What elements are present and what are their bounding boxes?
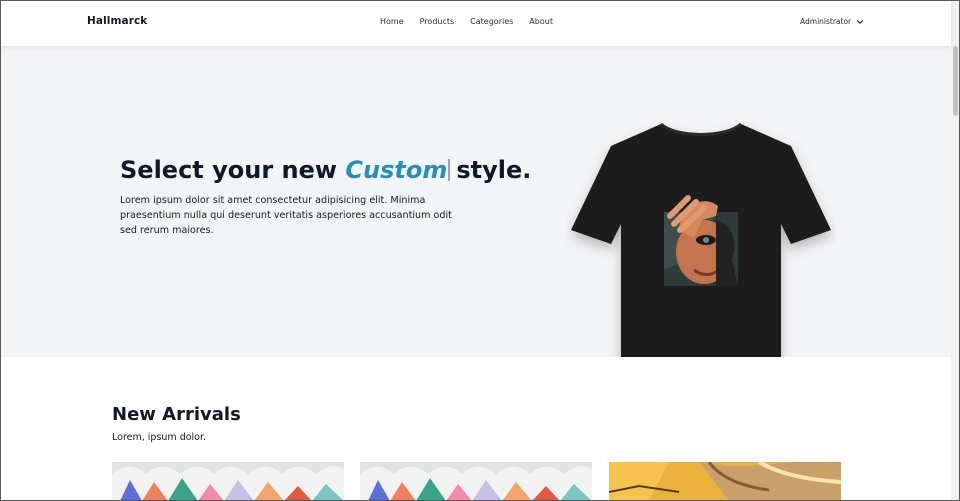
hero-title: Select your new Custom style. xyxy=(120,156,531,184)
tshirt-image xyxy=(571,122,831,357)
scrollbar-thumb[interactable] xyxy=(953,46,958,116)
product-image xyxy=(360,462,592,501)
new-arrivals-title: New Arrivals xyxy=(112,404,241,425)
typing-cursor xyxy=(448,159,451,181)
nav-link-home[interactable]: Home xyxy=(380,17,404,26)
hero-description: Lorem ipsum dolor sit amet consectetur a… xyxy=(120,195,452,236)
product-image xyxy=(112,462,344,501)
product-image xyxy=(609,462,841,501)
hero-section: Select your new Custom style. Lorem ipsum… xyxy=(0,46,951,357)
navbar: Hallmarck Home Products Categories About… xyxy=(0,0,951,46)
product-card[interactable] xyxy=(112,462,344,501)
nav-link-products[interactable]: Products xyxy=(420,17,455,26)
user-name: Administrator xyxy=(800,17,852,26)
product-card[interactable] xyxy=(609,462,841,501)
chevron-down-icon xyxy=(857,19,864,24)
nav-link-categories[interactable]: Categories xyxy=(470,17,513,26)
brand-logo[interactable]: Hallmarck xyxy=(87,15,147,27)
hero-title-prefix: Select your new xyxy=(120,156,346,184)
nav-link-about[interactable]: About xyxy=(529,17,553,26)
new-arrivals-subtitle: Lorem, ipsum dolor. xyxy=(112,432,207,443)
hero-title-suffix: style. xyxy=(456,156,532,184)
product-card[interactable] xyxy=(360,462,592,501)
page-scrollbar[interactable] xyxy=(951,0,960,501)
nav-links: Home Products Categories About xyxy=(380,17,553,26)
user-menu-button[interactable]: Administrator xyxy=(800,17,864,26)
hero-title-accent: Custom xyxy=(345,156,448,184)
